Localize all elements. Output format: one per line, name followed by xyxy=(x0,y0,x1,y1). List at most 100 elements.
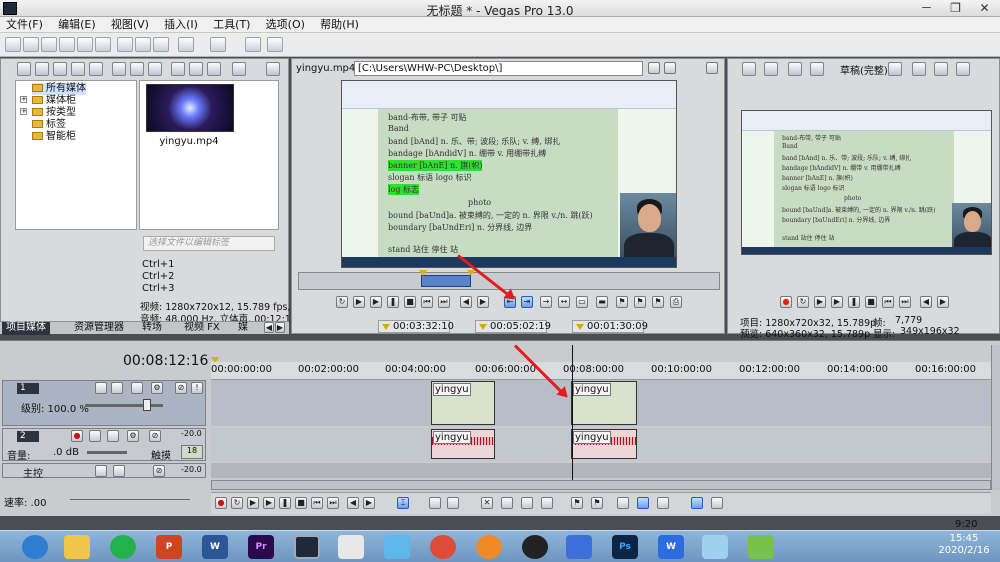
loop-icon[interactable]: ↻ xyxy=(797,296,809,308)
tab-video-fx[interactable]: 视频 FX xyxy=(180,322,224,335)
video-event[interactable]: yingyu xyxy=(431,381,495,425)
pause-icon[interactable]: ❚ xyxy=(387,296,399,308)
taskbar-clock[interactable]: 15:45 2020/2/16 xyxy=(930,533,998,557)
split-icon[interactable] xyxy=(521,497,533,509)
qq-icon[interactable] xyxy=(522,535,548,559)
wps-icon[interactable]: W xyxy=(658,535,684,559)
open-icon[interactable] xyxy=(23,37,39,52)
trimmer-timeline[interactable] xyxy=(298,270,720,290)
play-icon[interactable]: ▶ xyxy=(831,296,843,308)
project-properties-icon[interactable] xyxy=(742,62,756,76)
media-fx-icon[interactable] xyxy=(130,62,144,76)
in-marker-icon[interactable] xyxy=(419,270,427,276)
play-icon[interactable] xyxy=(171,62,185,76)
maximize-button[interactable]: ❐ xyxy=(941,0,970,17)
lock-icon[interactable] xyxy=(541,497,553,509)
next-frame-icon[interactable]: ▶ xyxy=(937,296,949,308)
video-track-lane[interactable]: yingyu yingyu xyxy=(211,380,991,426)
play-from-start-icon[interactable]: ▶ xyxy=(353,296,365,308)
app-red-green-icon[interactable] xyxy=(338,535,364,559)
import-media-icon[interactable] xyxy=(17,62,31,76)
tree-item-tags[interactable]: 标签 xyxy=(32,119,66,131)
wechat-icon[interactable] xyxy=(110,535,136,559)
stop-icon[interactable]: ■ xyxy=(295,497,307,509)
vertical-scrollbar[interactable] xyxy=(991,345,1000,490)
master-bus-header[interactable]: 主控 ⊘ -20.0 xyxy=(2,463,206,480)
redo-icon[interactable] xyxy=(210,37,226,52)
menu-options[interactable]: 选项(O) xyxy=(260,17,311,32)
app-glass-icon[interactable] xyxy=(702,535,728,559)
menu-edit[interactable]: 编辑(E) xyxy=(52,17,102,32)
level-slider[interactable] xyxy=(85,404,163,407)
paste-icon[interactable] xyxy=(153,37,169,52)
preview-quality-icon[interactable] xyxy=(810,62,824,76)
copy-snapshot-icon[interactable] xyxy=(912,62,926,76)
go-end-icon[interactable]: ⏭ xyxy=(899,296,911,308)
go-start-icon[interactable]: ⏮ xyxy=(882,296,894,308)
auto-preview-icon[interactable] xyxy=(148,62,162,76)
ripple-icon[interactable] xyxy=(657,497,669,509)
tree-item-by-type[interactable]: 按类型 xyxy=(32,107,76,119)
auto-icon[interactable] xyxy=(207,62,221,76)
preview-quality-select[interactable]: 草稿(完整) xyxy=(840,62,888,77)
vegas-taskbar-icon[interactable] xyxy=(294,535,320,559)
tree-item-smart-bins[interactable]: 智能柜 xyxy=(32,131,76,143)
chrome-icon[interactable] xyxy=(430,535,456,559)
envelope-edit-icon[interactable] xyxy=(447,497,459,509)
master-fx-icon[interactable] xyxy=(95,465,107,477)
capture-icon[interactable] xyxy=(35,62,49,76)
play-icon[interactable]: ▶ xyxy=(263,497,275,509)
play-icon[interactable]: ▶ xyxy=(370,296,382,308)
menu-file[interactable]: 文件(F) xyxy=(0,17,49,32)
overlays-icon[interactable] xyxy=(888,62,902,76)
stop-icon[interactable]: ■ xyxy=(404,296,416,308)
stop-icon[interactable] xyxy=(189,62,203,76)
play-from-start-icon[interactable]: ▶ xyxy=(247,497,259,509)
save-icon[interactable] xyxy=(41,37,57,52)
tab-explorer[interactable]: 资源管理器 xyxy=(70,322,128,335)
play-from-start-icon[interactable]: ▶ xyxy=(814,296,826,308)
preview-device-icon[interactable] xyxy=(764,62,778,76)
create-subclip-icon[interactable]: ▭ xyxy=(576,296,588,308)
views-icon[interactable] xyxy=(232,62,246,76)
expand-icon[interactable]: + xyxy=(20,108,27,115)
master-automation-icon[interactable] xyxy=(113,465,125,477)
tag-search-input[interactable]: 选择文件以编辑标签 xyxy=(143,236,275,251)
rate-slider[interactable] xyxy=(70,499,190,500)
go-start-icon[interactable]: ⏮ xyxy=(311,497,323,509)
refresh-icon[interactable] xyxy=(71,62,85,76)
marker-icon[interactable]: ⚑ xyxy=(616,296,628,308)
trimmer-in-time[interactable]: 00:03:32:10 xyxy=(378,320,454,333)
edit-tool-icon[interactable] xyxy=(245,37,261,52)
track-fx-icon[interactable] xyxy=(131,382,143,394)
notes-app-icon[interactable] xyxy=(748,535,774,559)
firefox-icon[interactable] xyxy=(476,535,502,559)
photoshop-icon[interactable]: Ps xyxy=(612,535,638,559)
search-media-icon[interactable] xyxy=(89,62,103,76)
master-mute-icon[interactable]: ⊘ xyxy=(153,465,165,477)
get-media-icon[interactable] xyxy=(53,62,67,76)
preview-option-icon[interactable] xyxy=(956,62,970,76)
undo-icon[interactable] xyxy=(178,37,194,52)
tab-scroll-right-icon[interactable]: ▶ xyxy=(275,322,285,333)
lock-envelopes-icon[interactable] xyxy=(691,497,703,509)
menu-tools[interactable]: 工具(T) xyxy=(207,17,256,32)
trimmer-path-select[interactable]: [C:\Users\WHW-PC\Desktop\] xyxy=(354,61,643,76)
expand-icon[interactable]: + xyxy=(20,96,27,103)
snapping-icon[interactable] xyxy=(617,497,629,509)
menu-help[interactable]: 帮助(H) xyxy=(314,17,365,32)
marker-green-icon[interactable]: ⚑ xyxy=(652,296,664,308)
tab-media-generators[interactable]: 媒 xyxy=(234,322,252,335)
prev-frame-icon[interactable]: ◀ xyxy=(920,296,932,308)
audio-event[interactable]: yingyu xyxy=(431,429,495,459)
track-gear-icon[interactable]: ⚙ xyxy=(151,382,163,394)
menu-view[interactable]: 视图(V) xyxy=(105,17,155,32)
horizontal-scrollbar[interactable] xyxy=(211,480,991,490)
track-fx-icon[interactable] xyxy=(89,430,101,442)
copy-icon[interactable] xyxy=(135,37,151,52)
video-track-header[interactable]: 1 ⚙ ⊘ ! 级别: 100.0 % xyxy=(2,380,206,426)
word-icon[interactable]: W xyxy=(202,535,228,559)
loop-icon[interactable]: ↻ xyxy=(231,497,243,509)
track-mute-icon[interactable]: ⊘ xyxy=(149,430,161,442)
tree-item-all-media[interactable]: 所有媒体 xyxy=(32,83,86,95)
